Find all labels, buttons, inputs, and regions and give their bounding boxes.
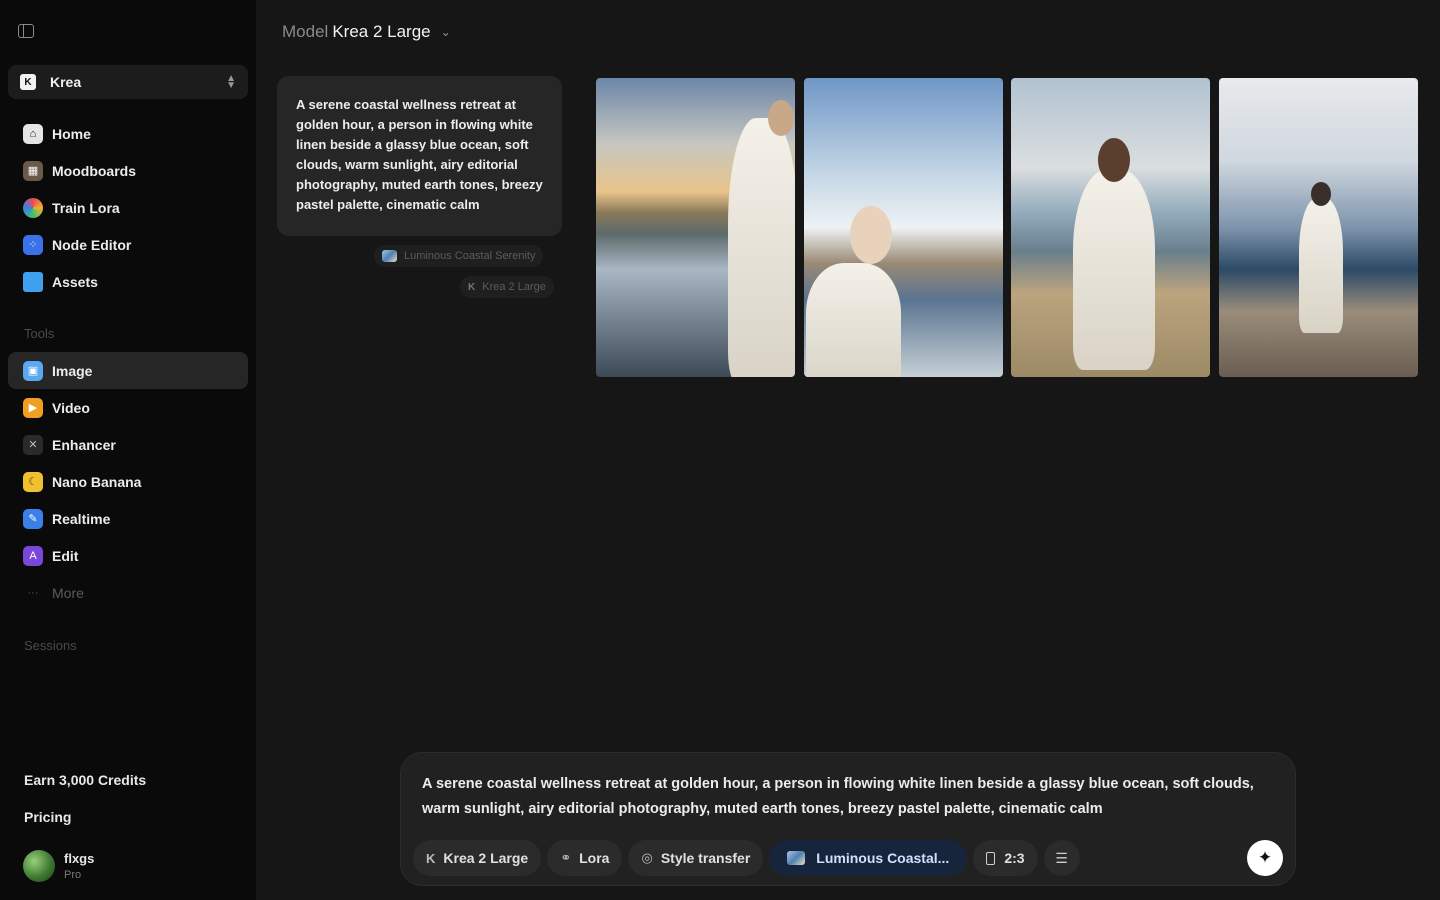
workspace-switcher[interactable]: K Krea ▲ ▼	[8, 65, 248, 99]
sidebar: K Krea ▲ ▼ ⌂ Home ▦ Moodboards Train Lora…	[0, 0, 256, 900]
krea-logo-icon: K	[468, 281, 476, 293]
enhancer-icon: ✕	[23, 434, 43, 455]
figure-shape	[806, 263, 901, 377]
workspace-name: Krea	[50, 74, 82, 90]
sidebar-item-label: Node Editor	[52, 236, 132, 253]
sidebar-item-label: Edit	[52, 547, 79, 564]
style-transfer-label: Style transfer	[660, 850, 751, 866]
sidebar-item-edit[interactable]: A Edit	[8, 537, 248, 574]
figure-head	[768, 100, 794, 136]
edit-icon: A	[23, 545, 43, 566]
more-icon: ···	[27, 586, 39, 599]
figure-shape	[728, 118, 795, 377]
generated-image[interactable]	[1011, 78, 1210, 377]
tools-nav: ▣ Image ▶ Video ✕ Enhancer ☾ Nano Banana…	[8, 352, 248, 611]
sidebar-item-moodboards[interactable]: ▦ Moodboards	[8, 152, 248, 189]
tools-section-title: Tools	[24, 326, 55, 341]
lora-icon: ⚭	[560, 850, 572, 865]
sidebar-item-label: Nano Banana	[52, 473, 142, 490]
krea-logo-icon: K	[20, 74, 36, 90]
model-prefix: Model	[282, 22, 329, 41]
video-icon: ▶	[23, 397, 43, 418]
palette-icon: ◎	[641, 850, 653, 865]
figure-head	[1311, 182, 1331, 206]
sidebar-item-image[interactable]: ▣ Image	[8, 352, 248, 389]
home-icon: ⌂	[23, 123, 43, 144]
sessions-section-title: Sessions	[24, 638, 77, 653]
user-name: flxgs	[64, 851, 95, 866]
style-thumbnail-icon	[787, 851, 806, 865]
generated-image[interactable]	[596, 78, 795, 377]
model-selector[interactable]: Model Krea 2 Large ⌄	[282, 22, 451, 42]
figure-head	[850, 206, 892, 264]
sidebar-item-assets[interactable]: Assets	[8, 263, 248, 300]
realtime-icon: ✎	[23, 508, 43, 529]
sidebar-item-enhancer[interactable]: ✕ Enhancer	[8, 426, 248, 463]
sidebar-item-realtime[interactable]: ✎ Realtime	[8, 500, 248, 537]
pricing-link[interactable]: Pricing	[24, 809, 71, 825]
chevron-updown-icon: ▲ ▼	[226, 73, 236, 91]
krea-logo-icon: K	[426, 850, 436, 866]
sidebar-item-label: Video	[52, 399, 90, 416]
lora-button-label: Lora	[579, 850, 610, 866]
user-profile[interactable]: flxgs Pro	[23, 850, 94, 882]
sidebar-item-more[interactable]: ··· More	[8, 574, 248, 611]
sidebar-item-label: Image	[52, 362, 93, 379]
style-thumbnail-icon	[382, 250, 397, 262]
sliders-icon: ☰	[1055, 849, 1068, 866]
model-button-label: Krea 2 Large	[443, 850, 529, 866]
figure-shape	[1299, 198, 1343, 333]
settings-button[interactable]: ☰	[1043, 840, 1080, 876]
banana-icon: ☾	[23, 471, 43, 492]
user-plan: Pro	[64, 869, 82, 881]
style-button-label: Luminous Coastal...	[816, 850, 950, 866]
prompt-input[interactable]: A serene coastal wellness retreat at gol…	[422, 772, 1272, 822]
sidebar-item-label: Enhancer	[52, 436, 116, 453]
figure-shape	[1073, 170, 1155, 370]
image-icon: ▣	[23, 360, 43, 381]
model-name: Krea 2 Large	[332, 22, 431, 41]
sidebar-toggle-icon[interactable]	[18, 24, 34, 38]
app-window: K Krea ▲ ▼ ⌂ Home ▦ Moodboards Train Lora…	[0, 0, 1440, 900]
sidebar-item-nano-banana[interactable]: ☾ Nano Banana	[8, 463, 248, 500]
style-transfer-button[interactable]: ◎ Style transfer	[628, 840, 764, 876]
model-chip[interactable]: K Krea 2 Large	[460, 276, 554, 298]
aspect-ratio-label: 2:3	[1004, 850, 1025, 866]
avatar	[23, 850, 55, 882]
aspect-ratio-button[interactable]: 2:3	[973, 840, 1038, 876]
style-chip[interactable]: Luminous Coastal Serenity	[374, 245, 544, 267]
sidebar-item-label: Moodboards	[52, 162, 136, 179]
generated-image[interactable]	[804, 78, 1003, 377]
sparkle-icon: ✦	[1257, 848, 1273, 867]
folder-icon	[23, 271, 43, 292]
sidebar-item-node-editor[interactable]: ⁘ Node Editor	[8, 226, 248, 263]
sidebar-item-label: More	[52, 584, 84, 601]
sidebar-item-home[interactable]: ⌂ Home	[8, 115, 248, 152]
sidebar-item-video[interactable]: ▶ Video	[8, 389, 248, 426]
style-button[interactable]: Luminous Coastal...	[769, 840, 968, 876]
sidebar-item-label: Realtime	[52, 510, 111, 527]
prompt-card[interactable]: A serene coastal wellness retreat at gol…	[277, 76, 562, 236]
model-button[interactable]: K Krea 2 Large	[413, 840, 542, 876]
main-nav: ⌂ Home ▦ Moodboards Train Lora ⁘ Node Ed…	[8, 115, 248, 300]
lora-button[interactable]: ⚭ Lora	[547, 840, 623, 876]
sidebar-item-label: Assets	[52, 273, 98, 290]
earn-credits-link[interactable]: Earn 3,000 Credits	[24, 772, 146, 788]
generated-image[interactable]	[1219, 78, 1418, 377]
sidebar-item-train-lora[interactable]: Train Lora	[8, 189, 248, 226]
generate-button[interactable]: ✦	[1247, 840, 1283, 876]
style-chip-label: Luminous Coastal Serenity	[404, 250, 536, 262]
moodboard-icon: ▦	[23, 160, 43, 181]
sidebar-item-label: Train Lora	[52, 199, 120, 216]
sidebar-item-label: Home	[52, 125, 91, 142]
prompt-composer: A serene coastal wellness retreat at gol…	[400, 752, 1296, 886]
aspect-ratio-icon	[986, 851, 996, 865]
train-lora-icon	[23, 197, 43, 218]
figure-head	[1098, 138, 1130, 182]
composer-toolbar: K Krea 2 Large ⚭ Lora ◎ Style transfer L…	[413, 840, 1086, 876]
model-chip-label: Krea 2 Large	[482, 281, 546, 293]
chevron-down-icon: ⌄	[440, 25, 451, 39]
node-editor-icon: ⁘	[23, 234, 43, 255]
